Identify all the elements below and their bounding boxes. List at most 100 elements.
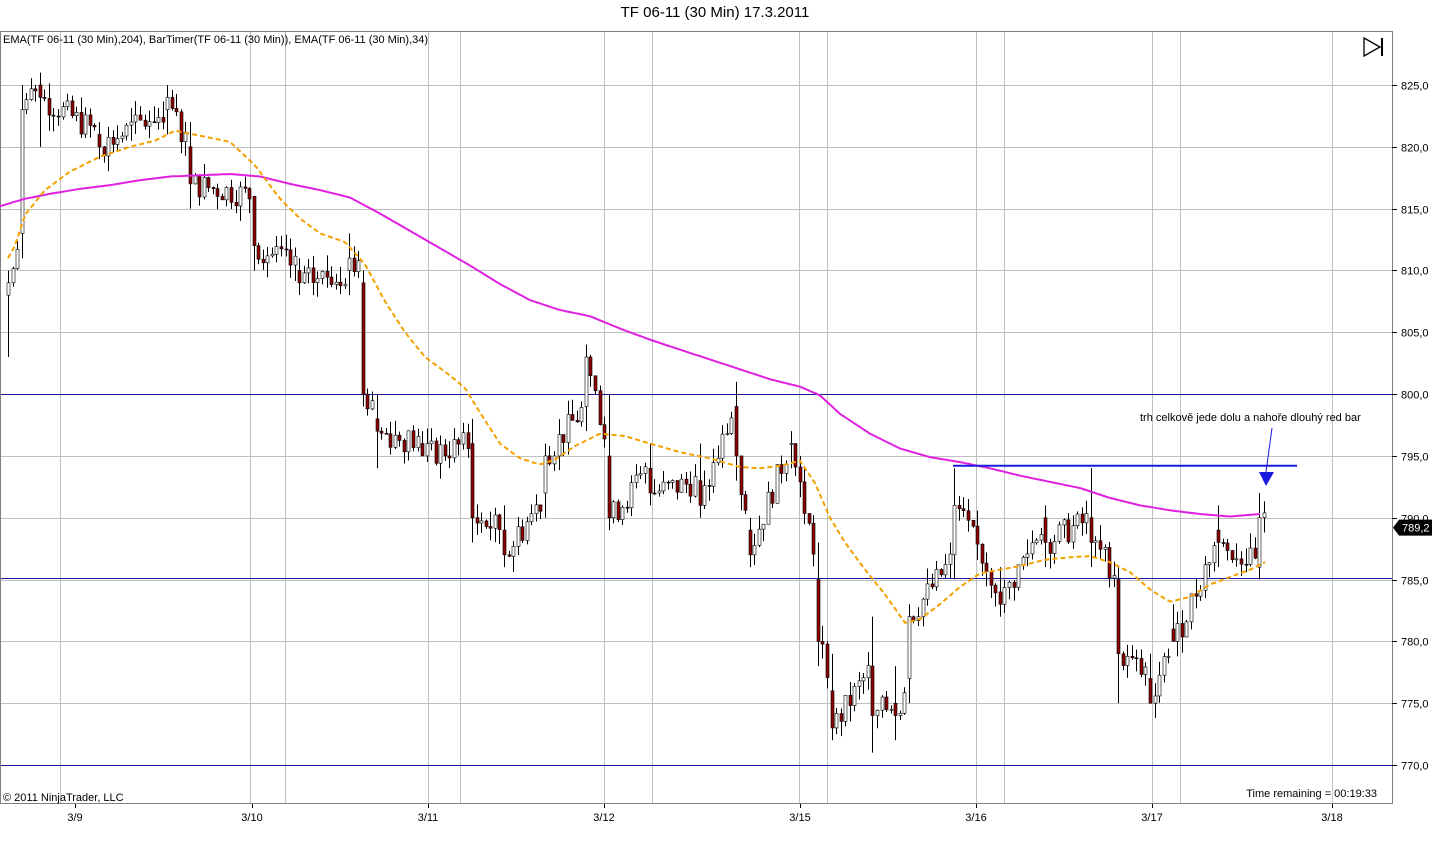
candle-up	[907, 616, 912, 679]
candle-up	[852, 686, 857, 706]
candle-up	[775, 464, 780, 504]
candle-up	[752, 545, 757, 556]
candle-up	[861, 677, 866, 682]
candle-down	[1239, 558, 1244, 565]
candle-up	[165, 97, 170, 111]
candle-up	[657, 490, 662, 494]
candle-up	[370, 400, 375, 410]
candle-down	[111, 136, 116, 145]
candle-down	[570, 414, 575, 421]
candle-up	[1157, 674, 1162, 697]
candle-up	[156, 117, 161, 123]
candle-up	[1052, 541, 1057, 554]
candle-up	[1039, 534, 1044, 541]
time-tick-label: 3/9	[67, 812, 82, 824]
candle-up	[315, 278, 320, 283]
candle-down	[138, 114, 143, 121]
candle-down	[434, 440, 439, 464]
candle-up	[83, 114, 88, 135]
candle-down	[975, 525, 980, 545]
candle-up	[1262, 512, 1267, 519]
candle-up	[866, 665, 871, 679]
price-tick-label: 810,0	[1401, 266, 1429, 278]
candle-down	[798, 466, 803, 483]
candle-up	[889, 708, 894, 711]
candle-down	[502, 529, 507, 556]
candle-up	[29, 88, 34, 100]
svg-text:789,2: 789,2	[1402, 523, 1430, 535]
candle-up	[679, 478, 684, 493]
price-chart[interactable]: 825,0820,0815,0810,0805,0800,0795,0790,0…	[0, 0, 1440, 850]
price-tick-label: 820,0	[1401, 143, 1429, 155]
candle-down	[930, 583, 935, 588]
candle-up	[921, 598, 926, 617]
candle-up	[347, 257, 352, 271]
candle-down	[497, 514, 502, 531]
candle-down	[1098, 540, 1103, 550]
candle-down	[625, 506, 630, 509]
candle-up	[1062, 519, 1067, 526]
candle-up	[557, 434, 562, 457]
candle-down	[666, 481, 671, 484]
candle-up	[1025, 553, 1030, 558]
price-tick-label: 780,0	[1401, 637, 1429, 649]
time-tick-label: 3/12	[593, 812, 614, 824]
candle-up	[943, 564, 948, 576]
candle-up	[661, 481, 666, 492]
candle-down	[375, 418, 380, 432]
candle-up	[766, 491, 771, 525]
candle-up	[1207, 562, 1212, 566]
candle-down	[607, 455, 612, 519]
candle-up	[1175, 623, 1180, 642]
candle-up	[270, 253, 275, 257]
candle-down	[261, 258, 266, 264]
candle-down	[1089, 517, 1094, 543]
candle-up	[634, 474, 639, 484]
candle-down	[966, 510, 971, 521]
candle-down	[420, 443, 425, 457]
candle-up	[302, 272, 307, 284]
candle-up	[115, 138, 120, 145]
candle-down	[88, 114, 93, 126]
candle-up	[720, 433, 725, 459]
candle-up	[24, 99, 29, 111]
candle-down	[575, 420, 580, 423]
time-tick-label: 3/17	[1141, 812, 1162, 824]
candle-down	[484, 520, 489, 527]
candle-down	[1048, 542, 1053, 554]
candle-down	[284, 248, 289, 251]
candle-up	[784, 464, 789, 474]
copyright-text: © 2011 NinjaTrader, LLC	[3, 792, 124, 804]
candle-up	[525, 521, 530, 541]
candle-down	[443, 444, 448, 457]
candle-up	[711, 462, 716, 487]
candle-down	[475, 517, 480, 524]
candle-down	[1194, 593, 1199, 597]
candle-up	[620, 506, 625, 520]
candle-down	[388, 433, 393, 448]
skip-to-end-icon[interactable]	[1361, 36, 1387, 58]
candle-up	[1034, 539, 1039, 544]
candle-down	[206, 177, 211, 188]
candle-down	[402, 440, 407, 453]
price-tick-label: 800,0	[1401, 390, 1429, 402]
candle-down	[588, 356, 593, 377]
candle-up	[479, 520, 484, 524]
candle-down	[980, 543, 985, 564]
candle-down	[466, 432, 471, 449]
candle-down	[456, 439, 461, 445]
candle-up	[425, 443, 430, 457]
candle-down	[1080, 513, 1085, 524]
candle-up	[643, 466, 648, 474]
candle-down	[1225, 542, 1230, 551]
candle-up	[74, 112, 79, 116]
price-tick-label: 825,0	[1401, 81, 1429, 93]
candle-up	[334, 281, 339, 285]
time-tick-label: 3/10	[241, 812, 262, 824]
candle-up	[61, 106, 66, 118]
candle-up	[1002, 587, 1007, 605]
candle-up	[1075, 513, 1080, 527]
candle-down	[616, 501, 621, 520]
candle-up	[265, 255, 270, 264]
candle-up	[393, 434, 398, 448]
